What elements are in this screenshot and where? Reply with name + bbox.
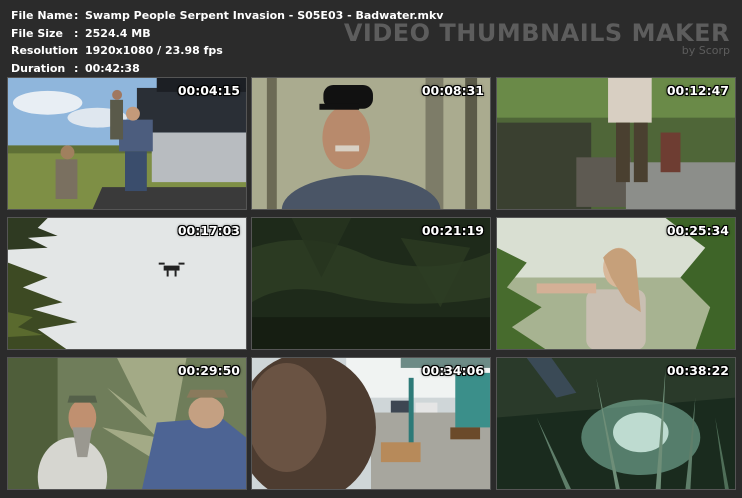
separator: : — [74, 9, 79, 22]
timestamp: 00:38:22 — [666, 363, 729, 378]
resolution-label: Resolution — [11, 44, 78, 57]
thumbnail-8[interactable]: 00:34:06 — [251, 357, 491, 490]
file-size-value: 2524.4 MB — [85, 26, 151, 40]
file-name-label: File Name — [11, 9, 73, 22]
timestamp: 00:12:47 — [666, 83, 729, 98]
file-size-label: File Size — [11, 26, 63, 40]
resolution-value: 1920x1080 / 23.98 fps — [85, 44, 223, 57]
separator: : — [74, 61, 79, 75]
timestamp: 00:25:34 — [666, 223, 729, 238]
separator: : — [74, 26, 79, 40]
thumbnail-4[interactable]: 00:17:03 — [7, 217, 247, 350]
timestamp: 00:04:15 — [177, 83, 240, 98]
brand-watermark: VIDEO THUMBNAILS MAKER by Scorp — [344, 20, 730, 57]
thumbnail-9[interactable]: 00:38:22 — [496, 357, 736, 490]
timestamp: 00:17:03 — [177, 223, 240, 238]
timestamp: 00:21:19 — [421, 223, 484, 238]
thumbnail-7[interactable]: 00:29:50 — [7, 357, 247, 490]
timestamp: 00:34:06 — [421, 363, 484, 378]
timestamp: 00:08:31 — [421, 83, 484, 98]
thumbnail-5[interactable]: 00:21:19 — [251, 217, 491, 350]
thumbnail-2[interactable]: 00:08:31 — [251, 77, 491, 210]
thumbnail-1[interactable]: 00:04:15 — [7, 77, 247, 210]
duration-value: 00:42:38 — [85, 61, 140, 75]
duration-row: Duration : 00:42:38 — [11, 60, 443, 78]
duration-label: Duration — [11, 61, 66, 75]
brand-title: VIDEO THUMBNAILS MAKER — [343, 19, 730, 47]
separator: : — [74, 44, 79, 57]
thumbnail-6[interactable]: 00:25:34 — [496, 217, 736, 350]
thumbnail-3[interactable]: 00:12:47 — [496, 77, 736, 210]
timestamp: 00:29:50 — [177, 363, 240, 378]
